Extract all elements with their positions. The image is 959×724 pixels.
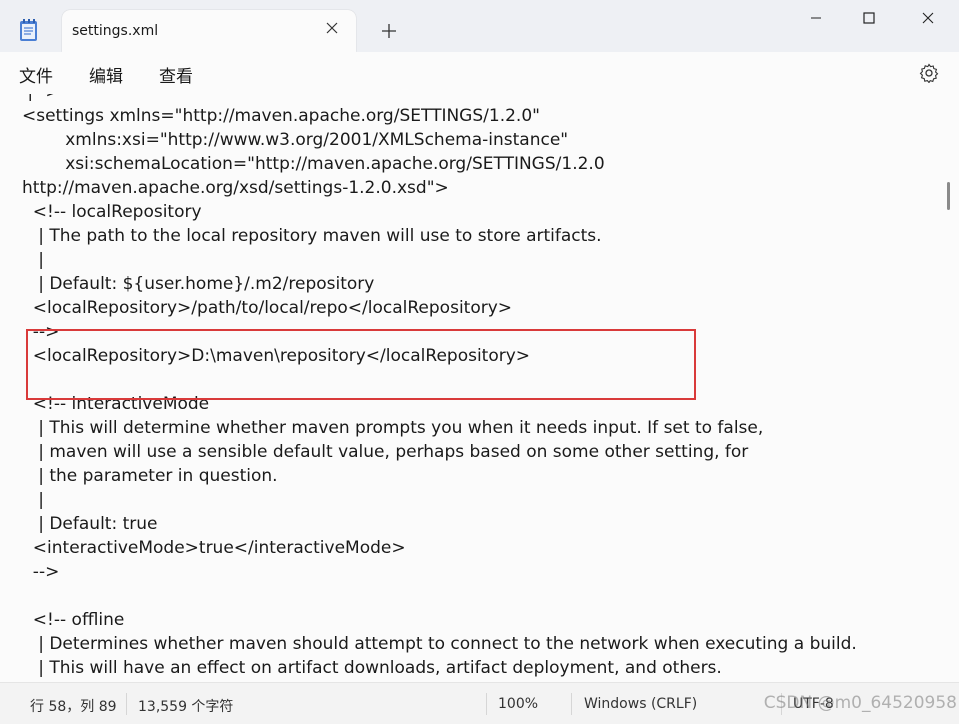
- menu-edit[interactable]: 编辑: [89, 62, 123, 87]
- tab-title: settings.xml: [72, 23, 159, 39]
- vertical-scrollbar[interactable]: [944, 94, 959, 682]
- code-line[interactable]: <settings xmlns="http://maven.apache.org…: [22, 104, 857, 128]
- minimize-button[interactable]: [793, 0, 839, 38]
- gear-icon[interactable]: [919, 63, 939, 84]
- code-line[interactable]: xmlns:xsi="http://www.w3.org/2001/XMLSch…: [22, 128, 857, 152]
- code-line[interactable]: | This will have an effect on artifact d…: [22, 656, 857, 680]
- line-ending[interactable]: Windows (CRLF): [584, 696, 697, 712]
- code-line[interactable]: | Determines whether maven should attemp…: [22, 632, 857, 656]
- code-line[interactable]: [22, 584, 857, 608]
- watermark-text: CSDN @m0_64520958: [763, 693, 957, 713]
- code-line[interactable]: | Default: true: [22, 512, 857, 536]
- title-bar: settings.xml: [0, 0, 959, 52]
- tab-settings-xml[interactable]: settings.xml: [62, 10, 356, 52]
- highlight-annotation-box: [26, 329, 696, 400]
- zoom-level[interactable]: 100%: [498, 696, 538, 712]
- code-line[interactable]: <interactiveMode>true</interactiveMode>: [22, 536, 857, 560]
- code-line[interactable]: | This will determine whether maven prom…: [22, 416, 857, 440]
- status-divider: [126, 693, 127, 715]
- code-line[interactable]: <!-- localRepository: [22, 200, 857, 224]
- code-line[interactable]: xsi:schemaLocation="http://maven.apache.…: [22, 152, 857, 176]
- menu-file[interactable]: 文件: [19, 62, 53, 87]
- character-count: 13,559 个字符: [138, 699, 234, 715]
- tab-close-icon[interactable]: [322, 19, 342, 39]
- code-line[interactable]: | maven will use a sensible default valu…: [22, 440, 857, 464]
- code-line[interactable]: | The path to the local repository maven…: [22, 224, 857, 248]
- code-line[interactable]: |: [22, 488, 857, 512]
- scroll-thumb[interactable]: [947, 182, 950, 210]
- code-line[interactable]: <localRepository>/path/to/local/repo</lo…: [22, 296, 857, 320]
- code-line[interactable]: -->: [22, 560, 857, 584]
- code-line[interactable]: <!-- offline: [22, 608, 857, 632]
- status-divider: [486, 693, 487, 715]
- code-line[interactable]: | the parameter in question.: [22, 464, 857, 488]
- notepad-icon: [18, 18, 40, 42]
- code-line[interactable]: |: [22, 248, 857, 272]
- new-tab-button[interactable]: [378, 20, 400, 42]
- close-window-button[interactable]: [905, 0, 951, 38]
- status-bar: 行 58，列 89 13,559 个字符 100% Windows (CRLF)…: [0, 682, 959, 724]
- code-line[interactable]: | Default: ${user.home}/.m2/repository: [22, 272, 857, 296]
- cursor-position: 行 58，列 89: [30, 699, 117, 715]
- text-editor[interactable]: |--><settings xmlns="http://maven.apache…: [0, 94, 944, 682]
- status-divider: [571, 693, 572, 715]
- maximize-button[interactable]: [846, 0, 892, 38]
- menu-view[interactable]: 查看: [159, 62, 193, 87]
- code-line[interactable]: |-->: [22, 94, 857, 104]
- menu-bar: 文件 编辑 查看: [0, 52, 959, 94]
- code-line[interactable]: http://maven.apache.org/xsd/settings-1.2…: [22, 176, 857, 200]
